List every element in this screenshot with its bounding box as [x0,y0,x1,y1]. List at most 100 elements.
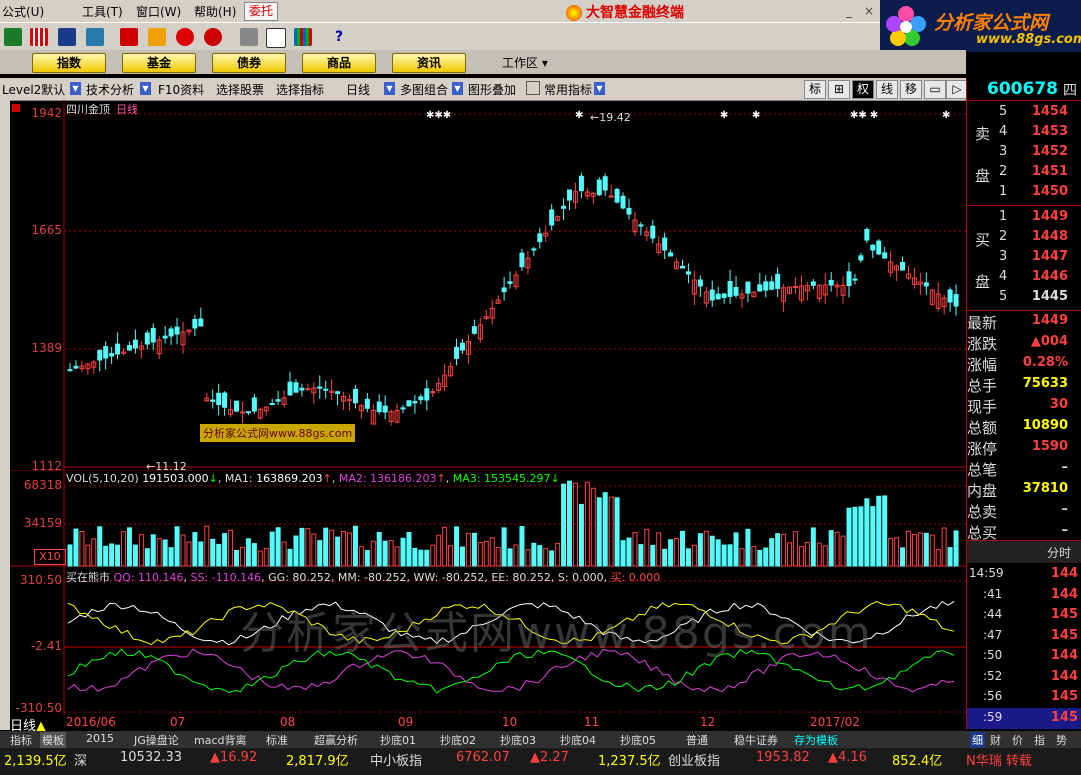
tab-index[interactable]: 指数 [32,53,106,73]
binoculars-icon[interactable] [58,28,76,46]
tab-template-item[interactable]: 抄底04 [560,732,596,748]
tab-indicator[interactable]: 指标 [10,732,32,748]
tab-template-item[interactable]: macd背离 [194,732,247,748]
tab-template-item[interactable]: 超赢分析 [314,732,358,748]
menu-window[interactable]: 窗口(W) [136,3,181,20]
tick-row[interactable]: :41 144 [967,585,1081,606]
tab-template-item[interactable]: 2015 [86,732,114,745]
books-icon[interactable] [294,28,312,46]
menu-tools[interactable]: 工具(T) [82,3,123,20]
tick-row[interactable]: :56 145 [967,687,1081,708]
common-indicators-button[interactable]: 常用指标 [544,81,592,98]
buy-level-row[interactable]: 4 1446 [967,267,1081,288]
tab-template-item[interactable]: 稳牛证券 [734,732,778,748]
tab-price[interactable]: 价 [1012,732,1023,748]
tick-row[interactable]: 14:59 144 [967,564,1081,585]
tab-detail[interactable]: 细 [970,732,985,748]
buy-level-row[interactable]: 1 1449 [967,207,1081,228]
tick-row[interactable]: :50 144 [967,646,1081,667]
level2-dropdown-icon[interactable]: ▼ [70,82,81,95]
crosshair-button[interactable]: ⊞ [828,80,850,99]
tech-dropdown-icon[interactable]: ▼ [140,82,151,95]
volume-chart[interactable]: VOL(5,10,20) 191503.000↓, MA1: 163869.20… [10,470,966,567]
tech-analysis-menu[interactable]: 技术分析 [86,81,134,98]
sell-level-row[interactable]: 5 1454 [967,102,1081,123]
f10-button[interactable]: F10资料 [158,81,204,98]
tab-template-item[interactable]: 抄底03 [500,732,536,748]
alarm-icon[interactable] [86,28,104,46]
volume-bar [156,538,162,567]
sell-level-row[interactable]: 1 1450 [967,182,1081,203]
tab-template-item[interactable]: 标准 [266,732,288,748]
bar-chart-icon[interactable] [30,28,48,46]
tick-row[interactable]: :44 145 [967,605,1081,626]
window-icon[interactable] [266,28,286,48]
d-circle-icon[interactable] [176,28,194,46]
mark-button[interactable]: 标 [804,80,826,99]
kline-chart[interactable]: 四川金顶 日线 1942 1665 1389 1112 ←19.42 ←11.1… [10,100,966,473]
indicator-legend: 买在熊市 QQ: 110.146, SS: -110.146, GG: 80.2… [66,571,661,584]
move-button[interactable]: 移 [900,80,922,99]
tick-row[interactable]: :59 145 [967,707,1081,729]
level2-select[interactable]: Level2默认 [2,81,65,98]
tab-template-item[interactable]: 抄底05 [620,732,656,748]
buy-level-row[interactable]: 5 1445 [967,287,1081,308]
help-icon[interactable]: ? [330,28,348,46]
volume-bar [953,530,959,567]
volume-bar [293,535,299,567]
sell-level-row[interactable]: 3 1452 [967,142,1081,163]
tab-finance[interactable]: 财 [990,732,1001,748]
common-dropdown-icon[interactable]: ▼ [594,82,605,95]
tick-list[interactable]: 14:59 144:41 144:44 145:47 145:50 144:52 144:5… [967,564,1081,730]
save-template-tab[interactable]: 存为模板 [794,732,838,748]
left-side-nav[interactable] [0,100,10,730]
tab-trend[interactable]: 势 [1056,732,1067,748]
sell-level-row[interactable]: 4 1453 [967,122,1081,143]
tab-template-item[interactable]: 抄底02 [440,732,476,748]
window-button[interactable]: ▭ [924,80,946,99]
period-dropdown-icon[interactable]: ▼ [384,82,395,95]
minimize-icon[interactable]: _ [846,4,852,18]
lock-icon[interactable] [526,81,540,95]
multi-dropdown-icon[interactable]: ▼ [452,82,463,95]
weituo-button[interactable]: 委托 [244,2,278,21]
tab-template-item[interactable]: 普通 [686,732,708,748]
close-icon[interactable]: × [864,4,874,18]
glasses-icon[interactable] [4,28,22,46]
candle-body [828,279,834,286]
select-indicator-button[interactable]: 选择指标 [276,81,324,98]
tab-template-item[interactable]: 抄底01 [380,732,416,748]
star-markers: ✱✱✱ [426,110,452,121]
tick-row[interactable]: :47 145 [967,626,1081,647]
buy-level-row[interactable]: 2 1448 [967,227,1081,248]
tab-template[interactable]: 模板 [40,732,66,748]
play-button[interactable]: ▷ [946,80,968,99]
workarea-menu[interactable]: 工作区 ▾ [502,54,548,71]
f-circle-icon[interactable] [204,28,222,46]
candle-body [323,388,329,391]
level-price: 1454 [1031,104,1068,119]
volume-bar [400,537,406,567]
tab-template-item[interactable]: JG操盘论 [134,732,179,748]
menu-formula[interactable]: 公式(U) [2,3,44,20]
daily-period-select[interactable]: 日线 [346,81,370,98]
tab-commodity[interactable]: 商品 [302,53,376,73]
sell-level-row[interactable]: 2 1451 [967,162,1081,183]
tick-row[interactable]: :52 144 [967,667,1081,688]
tab-news[interactable]: 资讯 [392,53,466,73]
printer-icon[interactable] [240,28,258,46]
tab-fund[interactable]: 基金 [122,53,196,73]
menu-help[interactable]: 帮助(H) [194,3,236,20]
buy-level-row[interactable]: 3 1447 [967,247,1081,268]
rights-button[interactable]: 权 [852,80,874,99]
multi-chart-button[interactable]: 多图组合 [400,81,448,98]
select-stock-button[interactable]: 选择股票 [216,81,264,98]
line-button[interactable]: 线 [876,80,898,99]
overlay-button[interactable]: 图形叠加 [468,81,516,98]
watermark-small: 分析家公式网www.88gs.com [200,424,356,442]
tab-index-small[interactable]: 指 [1034,732,1045,748]
diamond-icon[interactable] [148,28,166,46]
tab-bond[interactable]: 债券 [212,53,286,73]
indicator-chart[interactable]: 买在熊市 QQ: 110.146, SS: -110.146, GG: 80.2… [10,567,966,715]
jk-icon[interactable] [120,28,138,46]
